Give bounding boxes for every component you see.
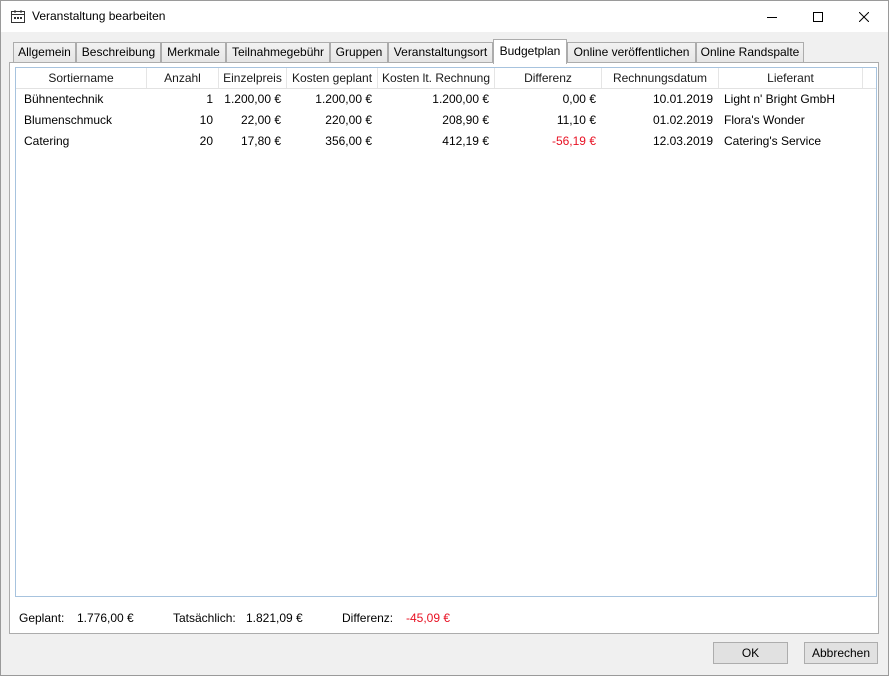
cell-kosten-geplant: 356,00 €: [325, 134, 372, 148]
cell-anzahl: 20: [199, 134, 213, 148]
budget-grid[interactable]: Sortiername Anzahl Einzelpreis Kosten ge…: [15, 67, 877, 597]
tab-veranstaltungsort[interactable]: Veranstaltungsort: [388, 42, 493, 63]
grid-header: Sortiername Anzahl Einzelpreis Kosten ge…: [16, 68, 876, 89]
cell-einzelpreis: 1.200,00 €: [224, 92, 281, 106]
tab-merkmale[interactable]: Merkmale: [161, 42, 226, 63]
maximize-button[interactable]: [795, 1, 841, 32]
budgetplan-panel: Sortiername Anzahl Einzelpreis Kosten ge…: [9, 62, 879, 634]
cell-kosten-rechnung: 412,19 €: [442, 134, 489, 148]
close-icon: [859, 11, 869, 22]
tab-allgemein[interactable]: Allgemein: [13, 42, 76, 63]
maximize-icon: [813, 11, 823, 22]
cell-einzelpreis: 22,00 €: [240, 113, 281, 127]
cell-lieferant: Flora's Wonder: [724, 113, 805, 127]
tab-teilnahmegebuehr[interactable]: Teilnahmegebühr: [226, 42, 330, 63]
cell-differenz: 0,00 €: [562, 92, 596, 106]
window-title: Veranstaltung bearbeiten: [32, 9, 166, 23]
close-button[interactable]: [841, 1, 887, 32]
cell-kosten-geplant: 1.200,00 €: [315, 92, 372, 106]
cell-differenz: 11,10 €: [556, 113, 596, 127]
column-header-differenz[interactable]: Differenz: [495, 68, 602, 88]
column-header-sortiername[interactable]: Sortiername: [16, 68, 147, 88]
cell-differenz: -56,19 €: [551, 134, 596, 148]
table-row[interactable]: Blumenschmuck 10 22,00 € 220,00 € 208,90…: [16, 110, 876, 131]
table-row[interactable]: Bühnentechnik 1 1.200,00 € 1.200,00 € 1.…: [16, 89, 876, 110]
cell-kosten-rechnung: 1.200,00 €: [432, 92, 489, 106]
table-row[interactable]: Catering 20 17,80 € 356,00 € 412,19 € -5…: [16, 131, 876, 152]
column-header-rechnungsdatum[interactable]: Rechnungsdatum: [602, 68, 719, 88]
tab-budgetplan[interactable]: Budgetplan: [493, 39, 567, 64]
column-header-einzelpreis[interactable]: Einzelpreis: [219, 68, 287, 88]
cell-kosten-geplant: 220,00 €: [325, 113, 372, 127]
dialog-window: Veranstaltung bearbeiten Allgemein Besch…: [0, 0, 889, 676]
cell-rechnungsdatum: 01.02.2019: [652, 113, 713, 127]
tab-online-randspalte[interactable]: Online Randspalte: [696, 42, 804, 63]
summary-differenz-value: -45,09 €: [406, 611, 451, 625]
column-header-kosten-rechnung[interactable]: Kosten lt. Rechnung: [378, 68, 495, 88]
tab-beschreibung[interactable]: Beschreibung: [76, 42, 161, 63]
column-header-anzahl[interactable]: Anzahl: [147, 68, 219, 88]
budget-summary: Geplant: 1.776,00 € Tatsächlich: 1.821,0…: [10, 608, 878, 628]
title-bar[interactable]: Veranstaltung bearbeiten: [1, 1, 888, 32]
minimize-icon: [767, 16, 777, 18]
cell-sortiername: Catering: [24, 134, 70, 148]
column-header-kosten-geplant[interactable]: Kosten geplant: [287, 68, 378, 88]
summary-tatsaechlich-value: 1.821,09 €: [246, 611, 303, 625]
column-header-lieferant[interactable]: Lieferant: [719, 68, 863, 88]
cancel-button[interactable]: Abbrechen: [804, 642, 878, 664]
cell-rechnungsdatum: 10.01.2019: [652, 92, 713, 106]
cell-anzahl: 1: [206, 92, 213, 106]
ok-button[interactable]: OK: [713, 642, 788, 664]
cell-einzelpreis: 17,80 €: [240, 134, 281, 148]
tab-online-veroeffentlichen[interactable]: Online veröffentlichen: [567, 42, 696, 63]
calendar-icon: [11, 10, 25, 23]
cell-anzahl: 10: [199, 113, 213, 127]
summary-differenz-label: Differenz:: [342, 611, 394, 625]
cell-lieferant: Light n' Bright GmbH: [724, 92, 836, 106]
cell-rechnungsdatum: 12.03.2019: [652, 134, 713, 148]
tab-gruppen[interactable]: Gruppen: [330, 42, 388, 63]
cell-sortiername: Blumenschmuck: [24, 113, 113, 127]
cell-sortiername: Bühnentechnik: [24, 92, 104, 106]
summary-geplant-value: 1.776,00 €: [77, 611, 134, 625]
summary-geplant-label: Geplant:: [19, 611, 65, 625]
minimize-button[interactable]: [749, 1, 795, 32]
cell-lieferant: Catering's Service: [724, 134, 821, 148]
cell-kosten-rechnung: 208,90 €: [442, 113, 489, 127]
summary-tatsaechlich-label: Tatsächlich:: [173, 611, 236, 625]
